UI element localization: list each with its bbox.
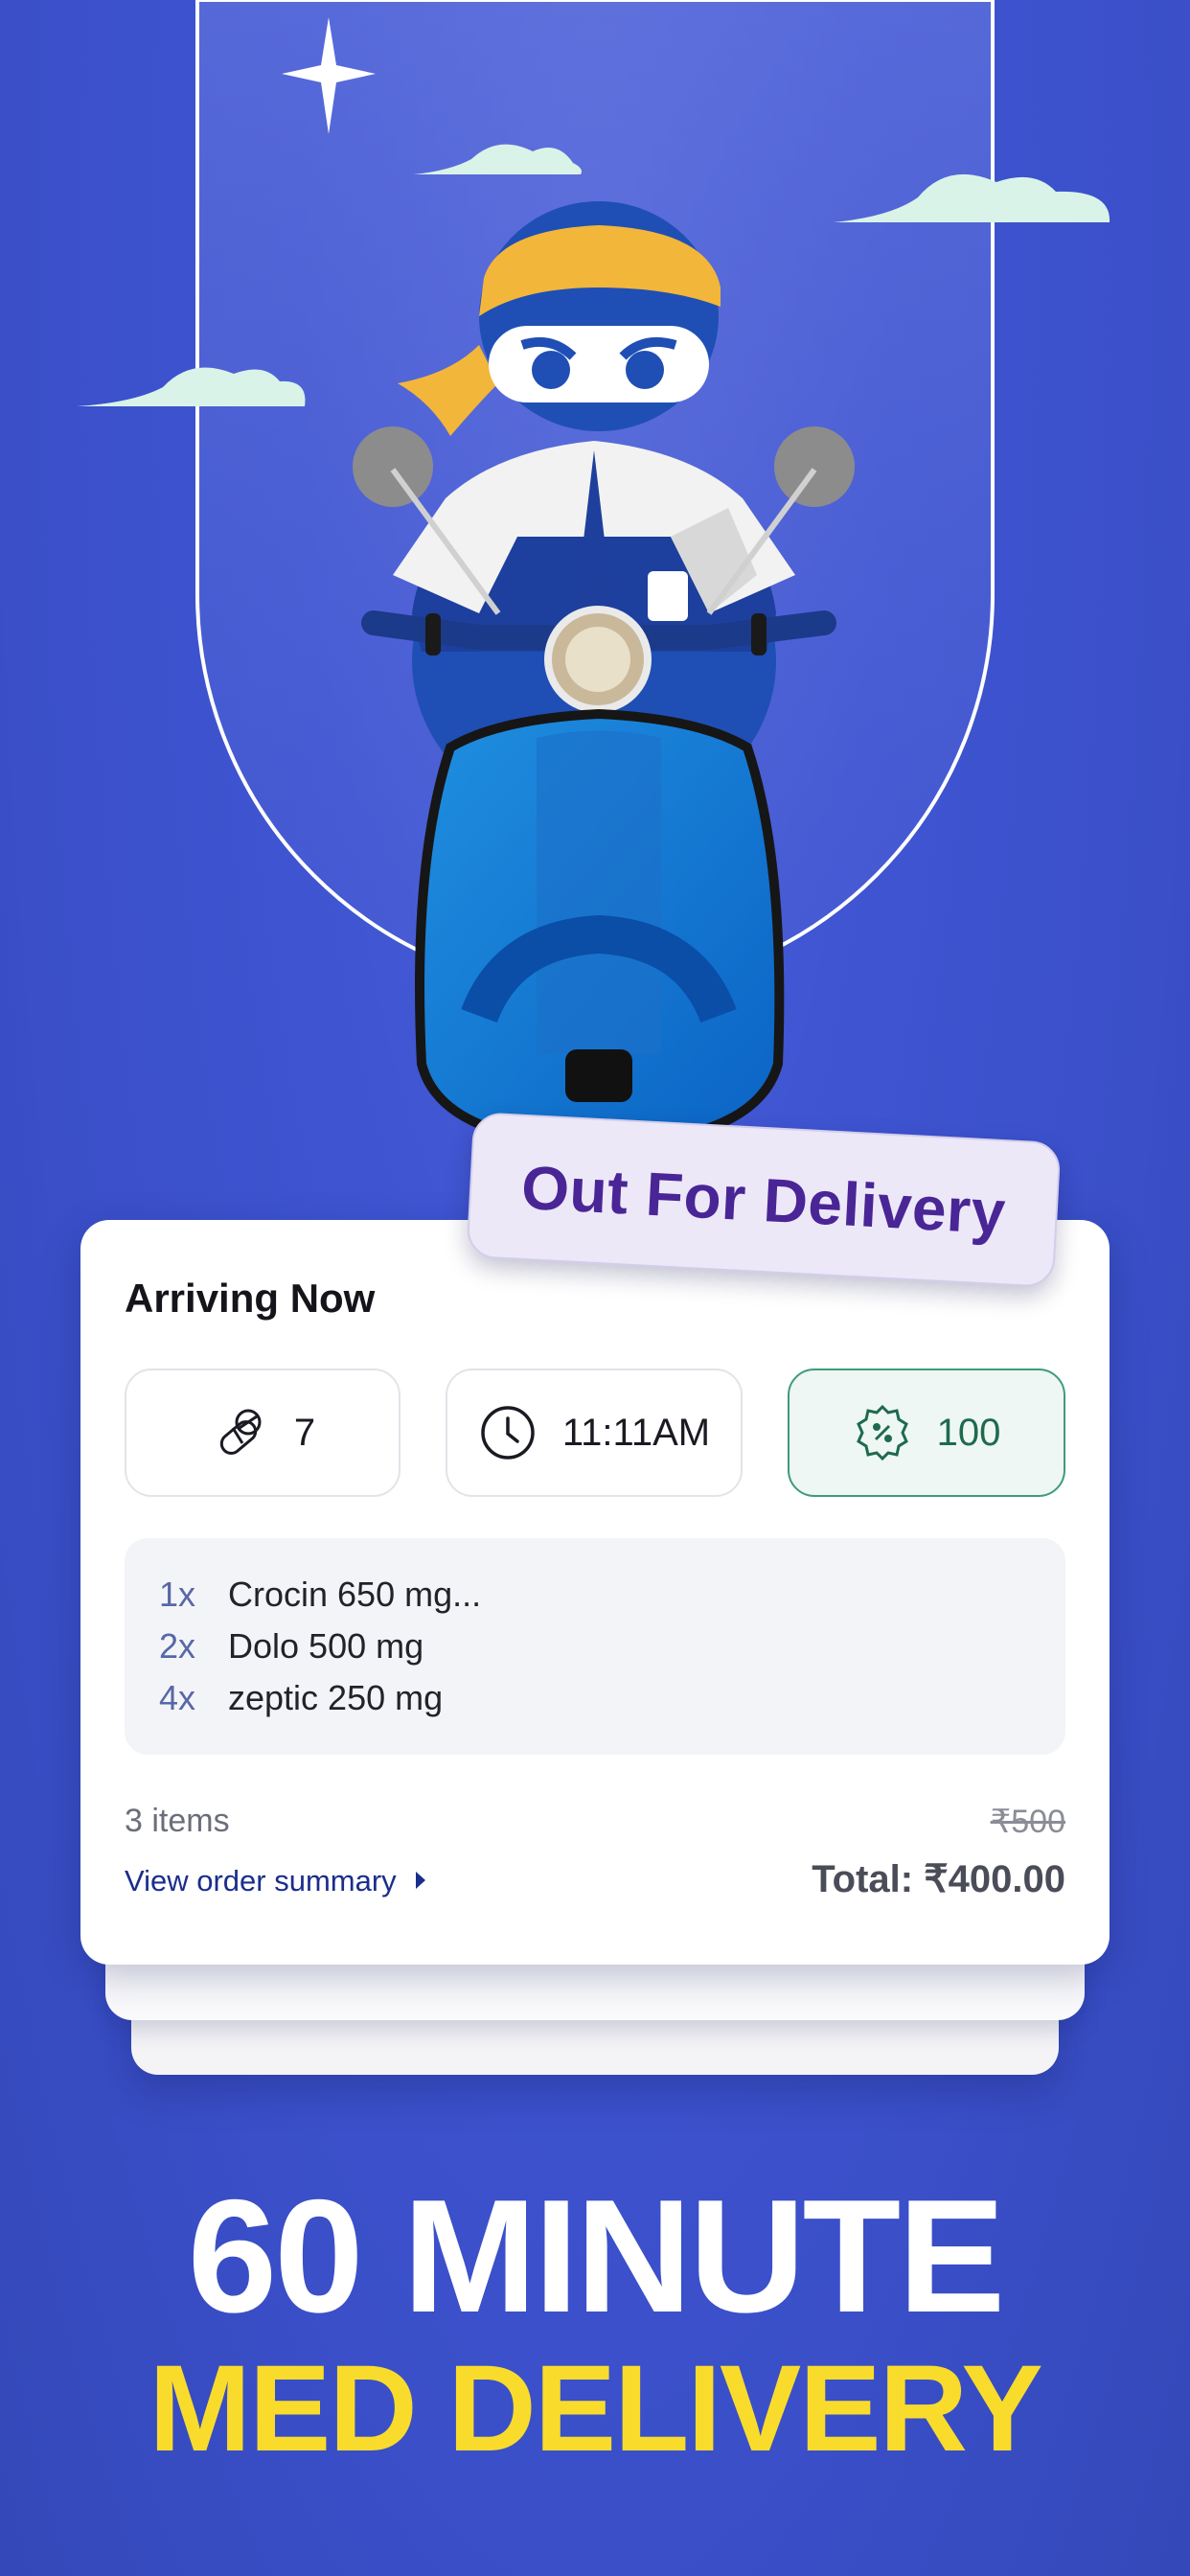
view-order-summary-link[interactable]: View order summary [125,1864,427,1898]
original-price: ₹500 [990,1804,1065,1840]
pill-icon [210,1403,269,1462]
headline-line-1: 60 MINUTE [187,2166,1006,2346]
list-item: 2x Dolo 500 mg [159,1626,423,1667]
status-tag-label: Out For Delivery [519,1152,1008,1248]
out-for-delivery-tag: Out For Delivery [466,1112,1062,1288]
order-status-card[interactable]: Arriving Now 7 11:11AM 100 1x Crocin 650… [80,1220,1110,1965]
caret-right-icon [414,1864,427,1898]
headline-line-2: MED DELIVERY [149,2340,1042,2477]
savings-value: 100 [936,1411,1001,1454]
item-name: Dolo 500 mg [228,1626,424,1666]
arrival-time-stat: 11:11AM [446,1368,743,1497]
medicine-count-stat: 7 [125,1368,400,1497]
promo-screen: Arriving Now 7 11:11AM 100 1x Crocin 650… [0,0,1190,2576]
clock-icon [478,1403,538,1462]
item-quantity: 4x [159,1678,196,1717]
item-count: 3 items [125,1803,230,1839]
list-item: 1x Crocin 650 mg... [159,1575,481,1615]
order-total: Total: ₹400.00 [812,1858,1065,1900]
card-title: Arriving Now [125,1276,376,1321]
item-quantity: 2x [159,1626,196,1666]
item-name: Crocin 650 mg... [228,1575,482,1614]
view-order-summary-label: View order summary [125,1864,397,1898]
discount-badge-icon [853,1403,912,1462]
delivery-rider-illustration [77,0,1110,1151]
order-items-list: 1x Crocin 650 mg... 2x Dolo 500 mg 4x ze… [125,1538,1065,1755]
medicine-count-value: 7 [293,1411,316,1454]
arrival-time-value: 11:11AM [561,1411,711,1454]
item-quantity: 1x [159,1575,196,1614]
list-item: 4x zeptic 250 mg [159,1678,443,1718]
savings-stat: 100 [788,1368,1065,1497]
item-name: zeptic 250 mg [228,1678,444,1717]
